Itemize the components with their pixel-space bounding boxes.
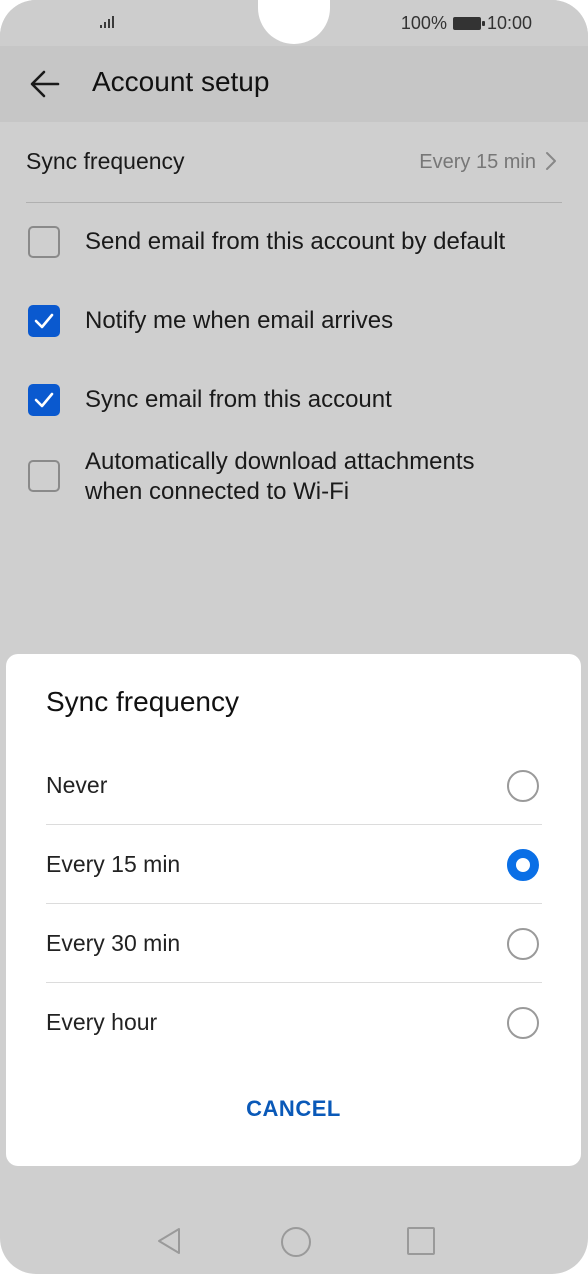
sync-frequency-dialog: Sync frequency Never Every 15 min Every … (6, 654, 581, 1166)
auto-download-label: Automatically download attachments when … (85, 448, 475, 505)
arrow-left-icon (30, 70, 60, 98)
sync-frequency-row[interactable]: Sync frequency Every 15 min (26, 122, 562, 203)
send-default-checkbox[interactable] (28, 226, 60, 258)
notify-checkbox[interactable] (28, 305, 60, 337)
option-every-hour[interactable]: Every hour (46, 983, 542, 1061)
checkmark-icon (34, 313, 54, 329)
page-title: Account setup (92, 66, 270, 97)
notify-row[interactable]: Notify me when email arrives (28, 301, 562, 341)
radio-button[interactable] (507, 928, 539, 960)
option-every-30-min[interactable]: Every 30 min (46, 904, 542, 983)
option-label: Every 30 min (46, 930, 181, 956)
auto-download-row[interactable]: Automatically download attachments when … (28, 446, 562, 510)
sync-email-label: Sync email from this account (85, 386, 392, 413)
radio-button[interactable] (507, 1007, 539, 1039)
phone-screen: 100% 10:00 Account setup Sync frequency … (0, 0, 588, 1274)
sync-email-row[interactable]: Sync email from this account (28, 380, 562, 420)
option-label: Every hour (46, 1009, 158, 1035)
dialog-title: Sync frequency (46, 686, 239, 717)
sync-email-checkbox[interactable] (28, 384, 60, 416)
checkmark-icon (34, 392, 54, 408)
battery-icon (452, 16, 485, 30)
signal-icon (100, 14, 118, 28)
back-triangle-icon[interactable] (156, 1226, 182, 1256)
notify-label: Notify me when email arrives (85, 307, 394, 334)
option-label: Every 15 min (46, 851, 181, 877)
clock: 10:00 (486, 12, 532, 33)
home-circle-icon[interactable] (281, 1227, 311, 1257)
option-every-15-min[interactable]: Every 15 min (46, 825, 542, 904)
cancel-button[interactable]: CANCEL (6, 1096, 581, 1122)
status-bar: 100% 10:00 (0, 0, 588, 46)
camera-notch (258, 0, 330, 44)
back-button[interactable] (28, 66, 64, 102)
send-default-row[interactable]: Send email from this account by default (28, 222, 562, 262)
auto-download-checkbox[interactable] (28, 460, 60, 492)
chevron-right-icon (546, 152, 556, 170)
recents-square-icon[interactable] (407, 1227, 435, 1255)
sync-frequency-value: Every 15 min (419, 151, 536, 173)
navigation-bar (0, 1196, 588, 1274)
status-right: 100% 10:00 (401, 11, 532, 35)
radio-button-selected[interactable] (507, 849, 539, 881)
option-never[interactable]: Never (46, 746, 542, 825)
send-default-label: Send email from this account by default (85, 228, 506, 255)
radio-button[interactable] (507, 770, 539, 802)
sync-frequency-label: Sync frequency (26, 148, 185, 174)
battery-percent: 100% (400, 12, 447, 33)
app-header: Account setup (0, 46, 588, 122)
option-label: Never (46, 772, 108, 798)
